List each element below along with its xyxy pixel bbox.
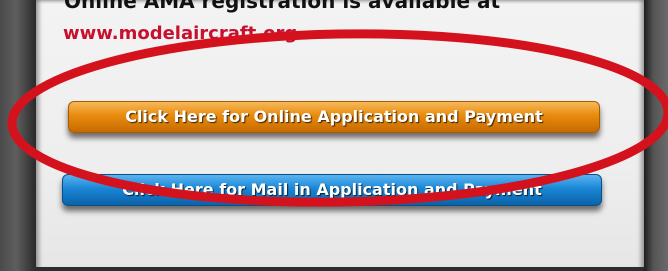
modelaircraft-link[interactable]: www.modelaircraft.org bbox=[63, 23, 297, 44]
online-application-button[interactable]: Click Here for Online Application and Pa… bbox=[68, 101, 600, 133]
bottom-divider bbox=[36, 267, 644, 271]
registration-headline: Online AMA registration is available at bbox=[64, 0, 501, 13]
mail-application-button[interactable]: Click Here for Mail in Application and P… bbox=[62, 174, 602, 206]
left-frame bbox=[0, 0, 36, 271]
right-frame bbox=[644, 0, 668, 271]
